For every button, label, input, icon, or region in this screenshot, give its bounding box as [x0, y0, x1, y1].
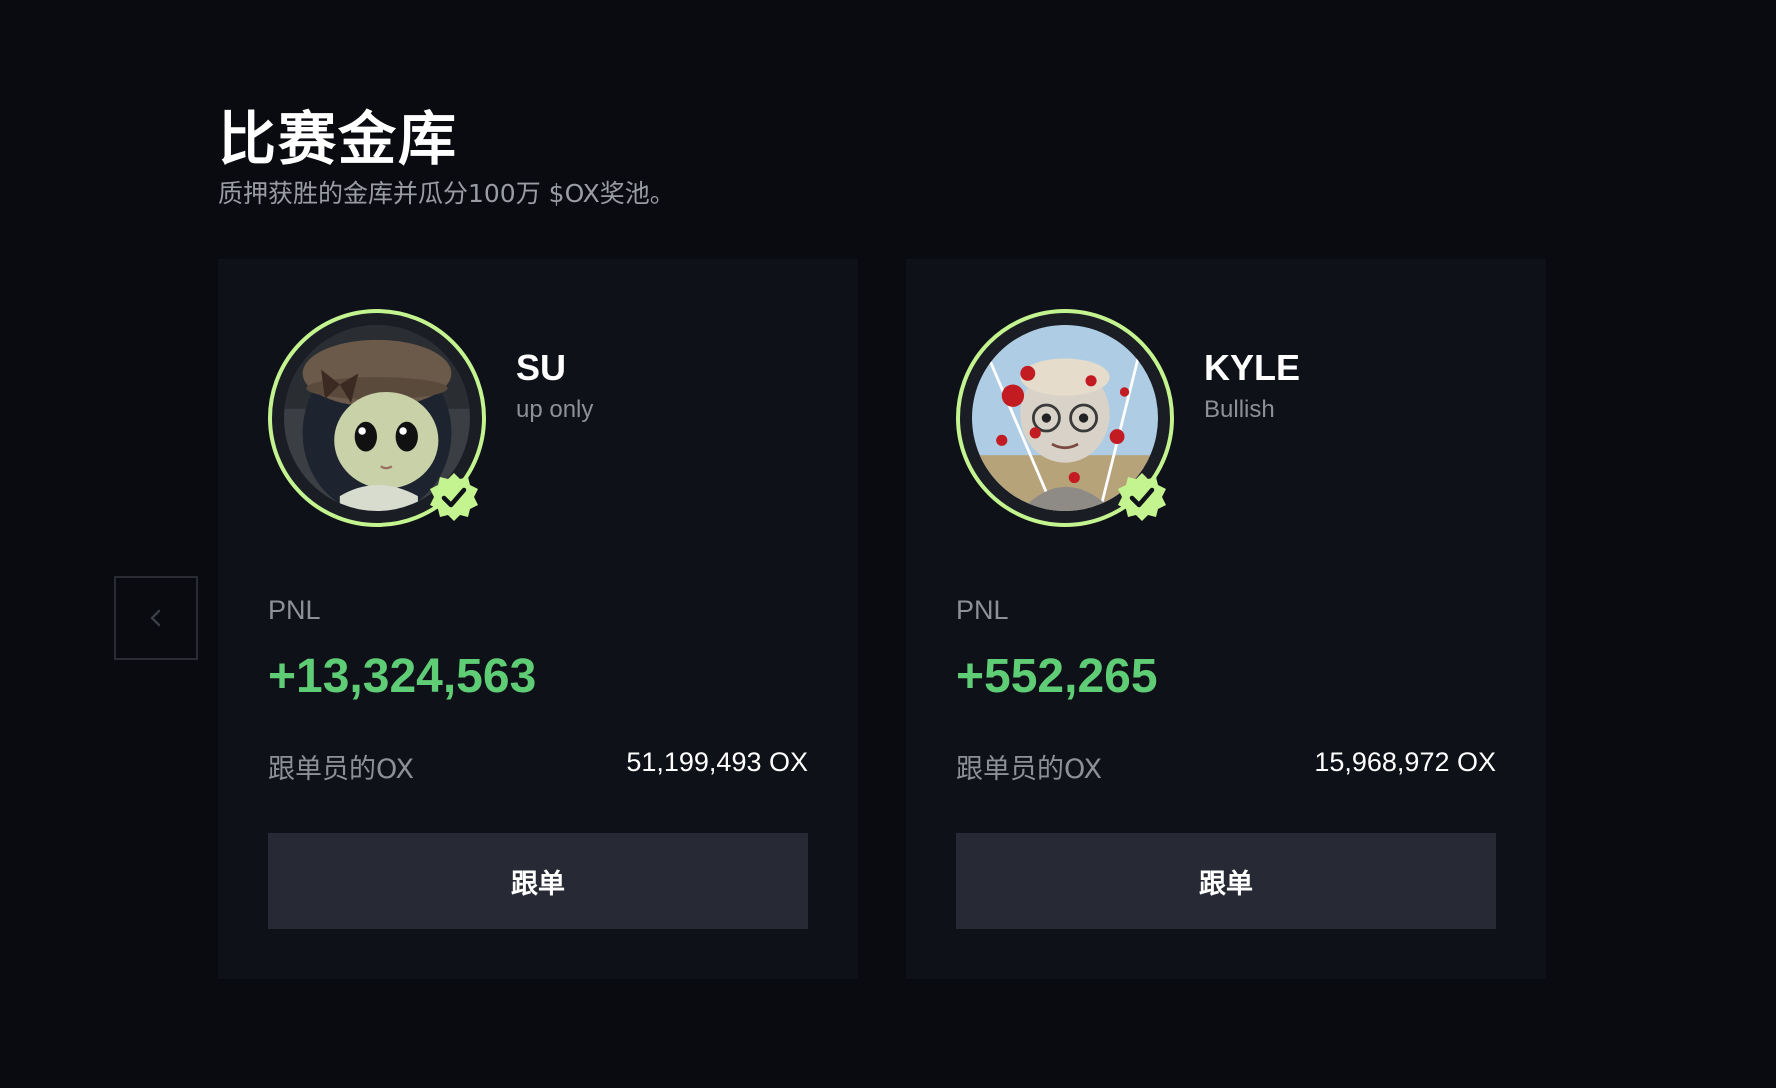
vault-name: KYLE [1204, 347, 1301, 388]
page-subtitle: 质押获胜的金库并瓜分100万 $OX奖池。 [218, 179, 675, 208]
chevron-left-icon [150, 609, 161, 627]
follower-ox-value: 15,968,972 OX [1314, 747, 1496, 777]
vault-tagline: up only [516, 396, 594, 423]
follower-ox-value: 51,199,493 OX [626, 747, 808, 777]
follower-ox-label: 跟单员的OX [956, 754, 1103, 785]
avatar[interactable] [268, 309, 486, 527]
verified-check-icon [1118, 473, 1166, 521]
page-title: 比赛金库 [218, 105, 459, 173]
pnl-value: +13,324,563 [268, 650, 537, 703]
follower-ox-label: 跟单员的OX [268, 754, 415, 785]
pnl-label: PNL [956, 595, 1009, 625]
vault-name: SU [516, 347, 567, 388]
avatar[interactable] [956, 309, 1174, 527]
verified-check-icon [430, 473, 478, 521]
vault-tagline: Bullish [1204, 396, 1275, 423]
vault-competition-page: 比赛金库 质押获胜的金库并瓜分100万 $OX奖池。 SU up only PN… [0, 0, 1776, 1088]
pnl-label: PNL [268, 595, 321, 625]
follow-button[interactable]: 跟单 [268, 833, 808, 929]
vault-card-kyle: KYLE Bullish PNL +552,265 跟单员的OX 15,968,… [906, 259, 1546, 979]
pnl-value: +552,265 [956, 650, 1158, 703]
carousel-prev-button[interactable] [114, 576, 198, 660]
follow-button[interactable]: 跟单 [956, 833, 1496, 929]
vault-card-su: SU up only PNL +13,324,563 跟单员的OX 51,199… [218, 259, 858, 979]
